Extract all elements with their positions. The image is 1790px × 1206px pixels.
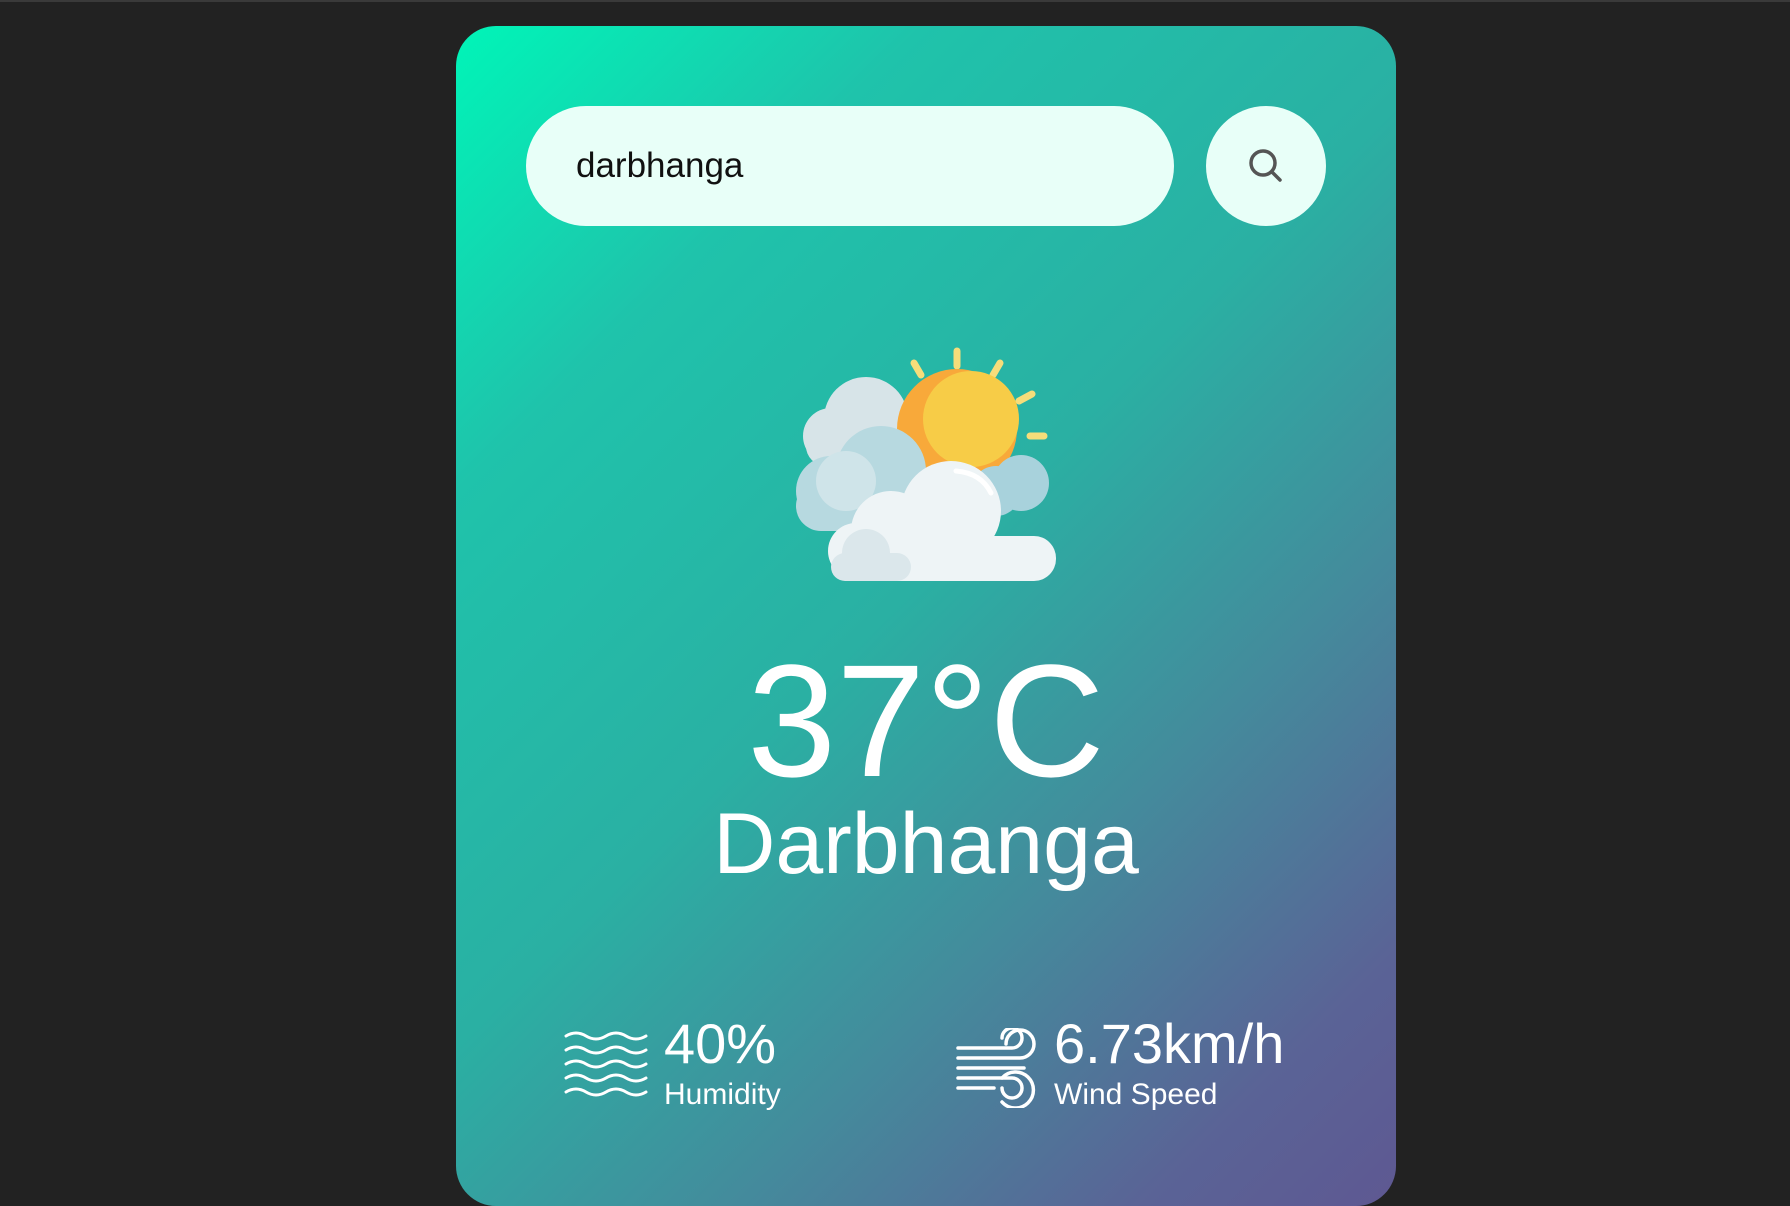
wind-icon [956, 1028, 1036, 1108]
humidity-value: 40% [664, 1012, 777, 1075]
search-icon [1249, 149, 1282, 182]
city-search-input[interactable] [526, 106, 1174, 226]
browser-top-border [0, 0, 1790, 2]
humidity-block: 40% Humidity [564, 1016, 894, 1116]
wind-speed-label: Wind Speed [1054, 1078, 1218, 1111]
wind-speed-value: 6.73km/h [1054, 1012, 1285, 1075]
wind-block: 6.73km/h Wind Speed [954, 1016, 1354, 1116]
temperature-value: 37°C [747, 631, 1105, 810]
city-name: Darbhanga [713, 796, 1139, 892]
humidity-waves-icon [564, 1031, 648, 1097]
search-bar [526, 106, 1326, 226]
search-button[interactable] [1206, 106, 1326, 226]
sun-behind-clouds-icon [796, 347, 1056, 581]
humidity-label: Humidity [664, 1078, 781, 1111]
weather-card: 37°C Darbhanga 40% Humidity [456, 26, 1396, 1206]
